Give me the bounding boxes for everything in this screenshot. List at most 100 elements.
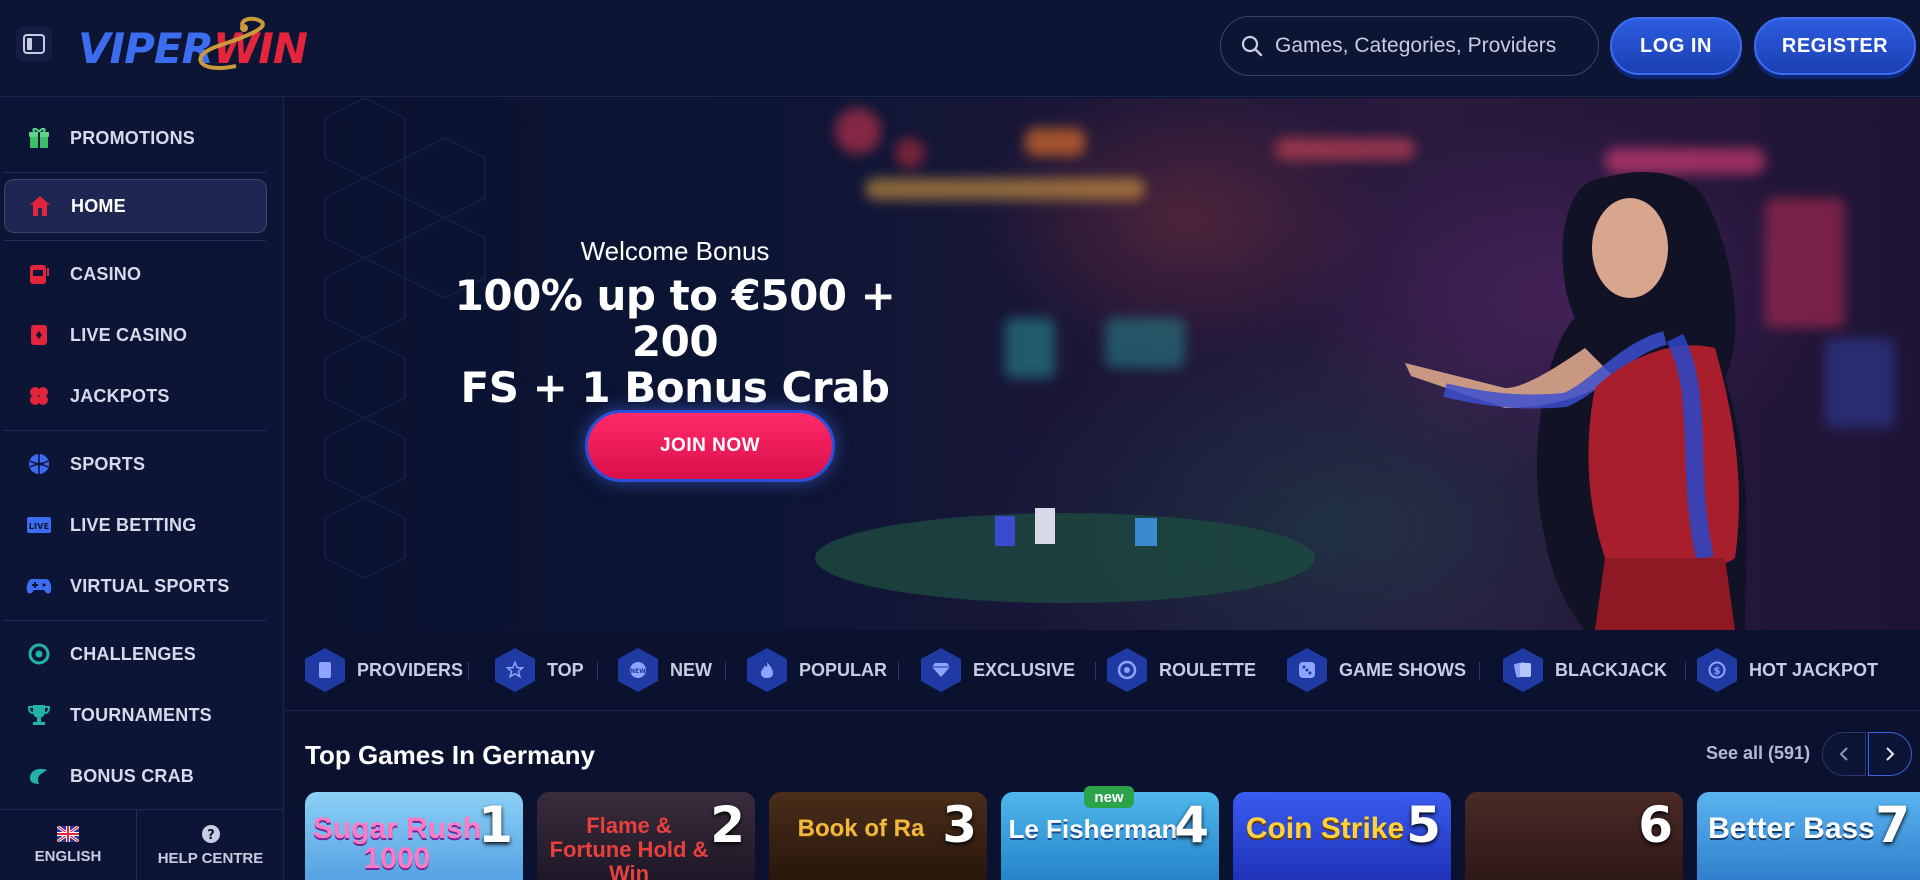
tab-providers[interactable]: PROVIDERS bbox=[305, 648, 463, 692]
help-icon: ? bbox=[201, 825, 220, 843]
sidebar-item-bonus-crab[interactable]: BONUS CRAB bbox=[4, 749, 267, 803]
hero-title-line1: 100% up to €500 + 200 bbox=[454, 271, 896, 366]
sidebar-item-live-betting[interactable]: LIVE LIVE BETTING bbox=[4, 498, 267, 552]
tab-label: NEW bbox=[670, 659, 712, 680]
sidebar-item-casino[interactable]: CASINO bbox=[4, 247, 267, 301]
home-icon bbox=[27, 193, 53, 219]
join-now-button[interactable]: JOIN NOW bbox=[585, 410, 835, 482]
hero-woman-illustration bbox=[1405, 172, 1747, 630]
game-title: Book of Ra bbox=[797, 815, 925, 842]
providers-icon bbox=[305, 648, 345, 692]
game-rank: 1 bbox=[478, 796, 513, 854]
hero-title-line2: FS + 1 Bonus Crab bbox=[460, 363, 890, 412]
category-tabs: PROVIDERS TOP NEW NEW POPULAR EXCLUSIVE … bbox=[285, 630, 1920, 711]
sidebar-nav: PROMOTIONS HOME CASINO LIVE CASINO JACKP… bbox=[0, 97, 284, 880]
search-icon bbox=[1241, 35, 1263, 57]
game-rank: 7 bbox=[1875, 796, 1910, 854]
svg-text:NEW: NEW bbox=[630, 668, 646, 675]
tab-game-shows[interactable]: GAME SHOWS bbox=[1287, 648, 1466, 692]
tab-top[interactable]: TOP bbox=[495, 648, 584, 692]
sidebar-toggle-icon bbox=[23, 34, 45, 54]
svg-text:?: ? bbox=[207, 828, 215, 843]
tab-exclusive[interactable]: EXCLUSIVE bbox=[921, 648, 1075, 692]
sidebar-item-label: HOME bbox=[71, 195, 126, 216]
sidebar-footer: ENGLISH ? HELP CENTRE bbox=[0, 809, 284, 880]
hero-text: Welcome Bonus 100% up to €500 + 200 FS +… bbox=[425, 236, 925, 411]
sidebar-item-label: LIVE CASINO bbox=[70, 324, 188, 345]
svg-text:LIVE: LIVE bbox=[29, 522, 50, 531]
sidebar-item-label: LIVE BETTING bbox=[70, 514, 197, 535]
snake-logo-icon bbox=[198, 16, 265, 70]
game-rank: 6 bbox=[1638, 796, 1673, 854]
trophy-icon bbox=[26, 702, 52, 728]
tab-blackjack[interactable]: BLACKJACK bbox=[1503, 648, 1667, 692]
sidebar-item-challenges[interactable]: CHALLENGES bbox=[4, 627, 267, 681]
sidebar-item-label: PROMOTIONS bbox=[70, 127, 196, 148]
new-icon: NEW bbox=[618, 648, 658, 692]
tab-label: BLACKJACK bbox=[1555, 659, 1667, 680]
tab-new[interactable]: NEW NEW bbox=[618, 648, 712, 692]
clover-icon bbox=[26, 383, 52, 409]
tab-divider bbox=[898, 662, 899, 680]
sidebar-divider bbox=[4, 430, 266, 431]
login-button[interactable]: LOG IN bbox=[1610, 17, 1742, 75]
sidebar-toggle-button[interactable] bbox=[16, 26, 52, 62]
game-rank: 5 bbox=[1406, 796, 1441, 854]
sidebar-item-promotions[interactable]: PROMOTIONS bbox=[4, 111, 267, 165]
register-button[interactable]: REGISTER bbox=[1754, 17, 1916, 75]
target-icon bbox=[26, 641, 52, 667]
sidebar-item-label: CHALLENGES bbox=[70, 643, 197, 664]
bokeh-light bbox=[865, 178, 1145, 200]
tab-hot-jackpot[interactable]: $ HOT JACKPOT bbox=[1697, 648, 1878, 692]
tab-label: GAME SHOWS bbox=[1339, 659, 1467, 680]
tab-label: TOP bbox=[547, 659, 584, 680]
playing-card-icon bbox=[26, 322, 52, 348]
tab-label: ROULETTE bbox=[1159, 659, 1256, 680]
language-label: ENGLISH bbox=[34, 848, 102, 865]
sidebar-item-virtual-sports[interactable]: VIRTUAL SPORTS bbox=[4, 559, 267, 613]
hero-kicker: Welcome Bonus bbox=[580, 236, 770, 266]
sidebar-item-home[interactable]: HOME bbox=[4, 179, 267, 233]
tab-label: HOT JACKPOT bbox=[1749, 659, 1879, 680]
help-centre-label: HELP CENTRE bbox=[157, 850, 264, 867]
tab-divider bbox=[468, 662, 469, 680]
tab-roulette[interactable]: ROULETTE bbox=[1107, 648, 1256, 692]
bokeh-light bbox=[1105, 318, 1185, 368]
search-bar[interactable] bbox=[1220, 16, 1599, 76]
sidebar-item-label: TOURNAMENTS bbox=[70, 704, 212, 725]
tab-divider bbox=[1095, 662, 1096, 680]
live-badge-icon: LIVE bbox=[26, 512, 52, 538]
gamepad-icon bbox=[26, 573, 52, 599]
game-card-flame-fortune[interactable]: Flame & Fortune Hold & Win 2 bbox=[537, 792, 755, 880]
bokeh-light bbox=[1275, 138, 1415, 160]
tab-label: POPULAR bbox=[799, 659, 888, 680]
flame-icon bbox=[747, 648, 787, 692]
game-card-better-bass[interactable]: Better Bass 7 bbox=[1697, 792, 1920, 880]
crab-icon bbox=[26, 763, 52, 789]
svg-text:$: $ bbox=[1714, 666, 1721, 677]
carousel-prev-button[interactable] bbox=[1822, 732, 1866, 776]
see-all-link[interactable]: See all (591) bbox=[1706, 743, 1810, 764]
game-card-book-of-ra[interactable]: Book of Ra 3 bbox=[769, 792, 987, 880]
language-selector[interactable]: ENGLISH bbox=[0, 810, 136, 880]
hero-banner: Welcome Bonus 100% up to €500 + 200 FS +… bbox=[285, 98, 1920, 630]
star-icon bbox=[495, 648, 535, 692]
viperwin-logo[interactable]: VIPERWIN bbox=[78, 16, 308, 78]
new-badge: new bbox=[1084, 786, 1134, 808]
game-card-coin-strike[interactable]: Coin Strike 5 bbox=[1233, 792, 1451, 880]
carousel-next-button[interactable] bbox=[1868, 732, 1912, 776]
tab-popular[interactable]: POPULAR bbox=[747, 648, 887, 692]
sidebar-divider bbox=[4, 172, 266, 173]
sidebar-item-jackpots[interactable]: JACKPOTS bbox=[4, 369, 267, 423]
game-card-sugar-rush[interactable]: Sugar Rush 1000 1 bbox=[305, 792, 523, 880]
game-rank: 2 bbox=[710, 796, 745, 854]
chevron-right-icon bbox=[1886, 747, 1895, 761]
bokeh-light bbox=[1005, 318, 1055, 378]
game-card-6[interactable]: 6 bbox=[1465, 792, 1683, 880]
sidebar-item-live-casino[interactable]: LIVE CASINO bbox=[4, 308, 267, 362]
sidebar-item-sports[interactable]: SPORTS bbox=[4, 437, 267, 491]
sidebar-item-tournaments[interactable]: TOURNAMENTS bbox=[4, 688, 267, 742]
sidebar-item-label: VIRTUAL SPORTS bbox=[70, 575, 230, 596]
help-centre-link[interactable]: ? HELP CENTRE bbox=[137, 810, 284, 880]
search-input[interactable] bbox=[1275, 34, 1585, 58]
